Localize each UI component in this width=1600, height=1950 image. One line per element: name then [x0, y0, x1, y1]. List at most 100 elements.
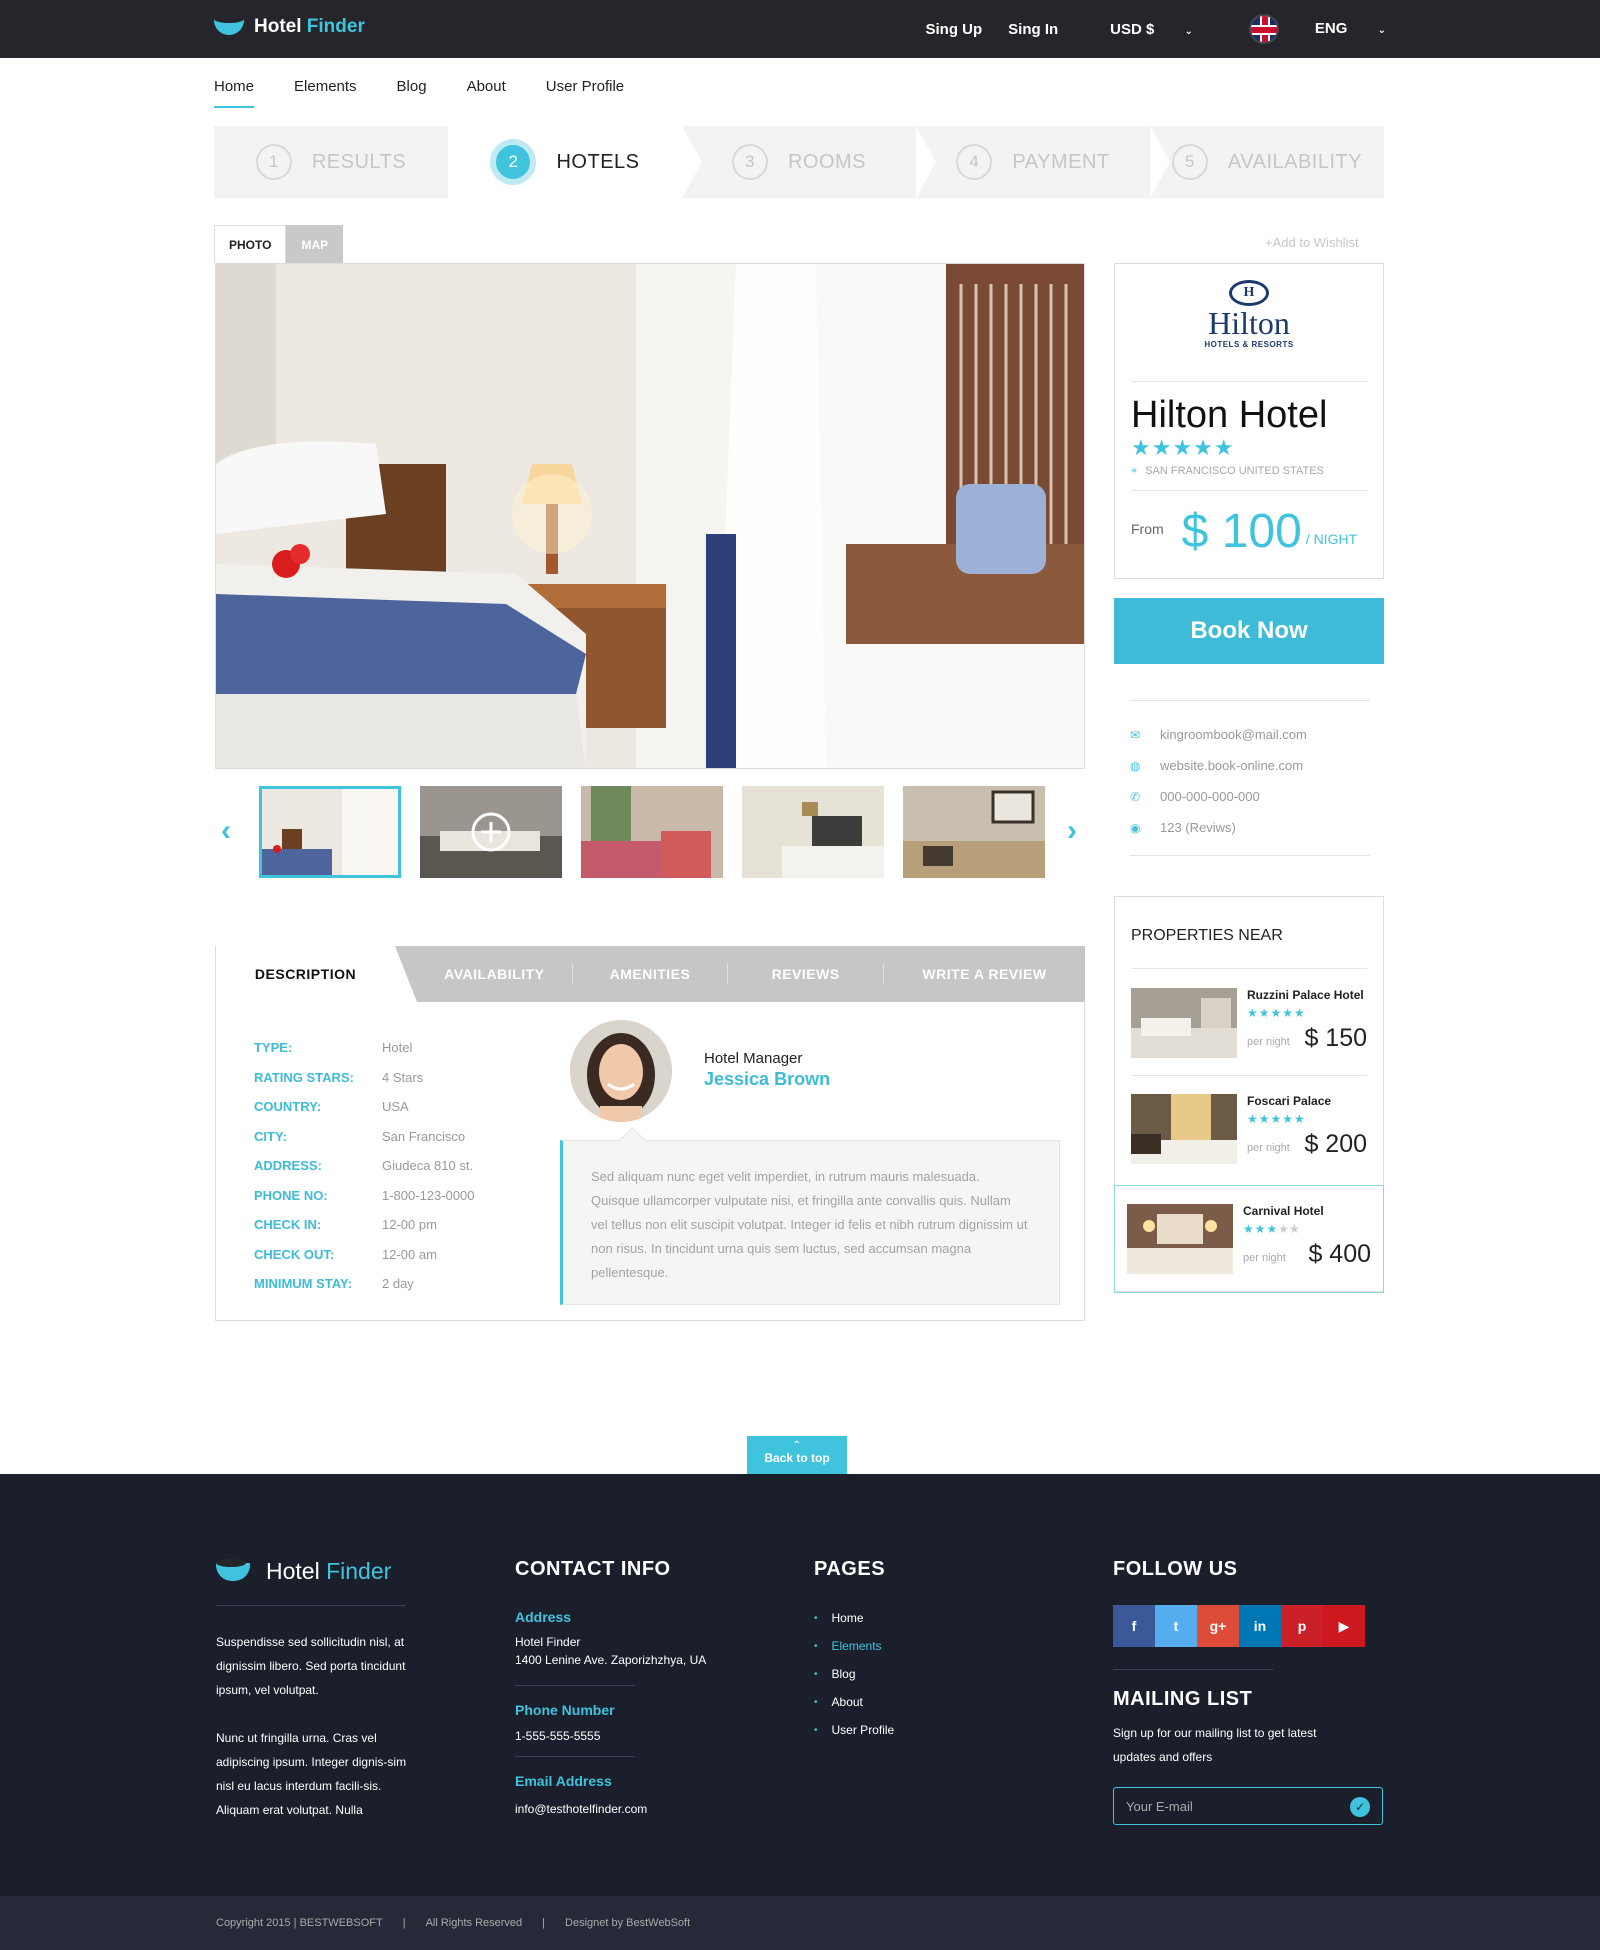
envelope-icon: ✉	[1130, 727, 1141, 742]
footer-logo[interactable]: Hotel Finder	[216, 1558, 416, 1585]
footer-contact: CONTACT INFO Address Hotel Finder 1400 L…	[515, 1558, 755, 1821]
nav-user-profile[interactable]: User Profile	[546, 78, 624, 108]
phone-label: Phone Number	[515, 1702, 615, 1718]
hotel-location-text: SAN FRANCISCO UNITED STATES	[1145, 465, 1324, 477]
globe-icon: ◍	[1130, 758, 1141, 773]
tab-write-review[interactable]: WRITE A REVIEW	[884, 946, 1085, 1002]
info-row: RATING STARS: 4 Stars	[254, 1070, 475, 1100]
brand-name-b: Finder	[326, 1558, 392, 1584]
info-value: 12-00 am	[382, 1246, 437, 1262]
footer-link-home[interactable]: • Home	[814, 1611, 1014, 1625]
divider	[216, 1605, 406, 1606]
hotel-logo-text: Hilton	[1208, 305, 1290, 341]
tab-description[interactable]: DESCRIPTION	[215, 946, 417, 1002]
tab-reviews[interactable]: REVIEWS	[728, 964, 884, 984]
check-icon[interactable]: ✓	[1350, 1797, 1370, 1817]
footer-about-text-2: Nunc ut fringilla urna. Cras vel adipisc…	[216, 1731, 407, 1817]
properties-title: PROPERTIES NEAR	[1131, 927, 1367, 969]
footer-link-label: Home	[831, 1611, 864, 1625]
back-to-top-label: Back to top	[764, 1451, 830, 1465]
thumbnail[interactable]	[420, 786, 562, 878]
nav-elements[interactable]: Elements	[294, 78, 357, 108]
footer-link-about[interactable]: • About	[814, 1695, 1014, 1709]
property-item[interactable]: Carnival Hotel ★★★★★ per night $ 400	[1114, 1185, 1384, 1293]
add-to-wishlist-link[interactable]: +Add to Wishlist	[1265, 235, 1359, 250]
info-row: ADDRESS: Giudeca 810 st.	[254, 1158, 475, 1188]
tab-availability[interactable]: AVAILABILITY	[395, 964, 573, 984]
info-key: TYPE:	[254, 1040, 293, 1055]
mailing-email-input[interactable]: Your E-mail ✓	[1113, 1787, 1383, 1825]
currency-select[interactable]: USD $ ⌄	[1084, 21, 1193, 38]
signin-link[interactable]: Sing In	[1008, 21, 1058, 38]
property-photo	[1131, 988, 1237, 1058]
contact-website[interactable]: ◍ website.book-online.com	[1130, 750, 1370, 781]
logo-icon	[216, 1558, 250, 1581]
twitter-icon[interactable]: t	[1155, 1605, 1197, 1647]
hotel-name: Hilton Hotel	[1131, 394, 1328, 436]
tab-amenities[interactable]: AMENITIES	[573, 964, 729, 984]
step-payment[interactable]: 4 PAYMENT	[916, 126, 1170, 198]
divider	[1113, 1669, 1273, 1670]
nav-about[interactable]: About	[467, 78, 506, 108]
booking-steps: 1 RESULTS 2 HOTELS 3 ROOMS 4 PAYMENT 5 AVAILA…	[214, 126, 1384, 198]
footer-about: Hotel Finder Suspendisse sed sollicitudi…	[216, 1558, 416, 1822]
step-availability[interactable]: 5 AVAILABILITY	[1150, 126, 1384, 198]
property-item[interactable]: Foscari Palace ★★★★★ per night $ 200	[1131, 1076, 1367, 1182]
thumbnail[interactable]	[903, 786, 1045, 878]
nav-blog[interactable]: Blog	[397, 78, 427, 108]
step-results[interactable]: 1 RESULTS	[214, 126, 468, 198]
book-now-button[interactable]: Book Now	[1114, 598, 1384, 664]
youtube-icon[interactable]: ▶	[1323, 1605, 1365, 1647]
property-item[interactable]: Ruzzini Palace Hotel ★★★★★ per night $ 1…	[1131, 970, 1367, 1076]
footer-link-label: User Profile	[831, 1723, 895, 1737]
tab-photo[interactable]: PHOTO	[214, 225, 287, 263]
thumbnail[interactable]	[259, 786, 401, 878]
email-value[interactable]: info@testhotelfinder.com	[515, 1797, 755, 1821]
contact-reviews[interactable]: ◉ 123 (Reviws)	[1130, 812, 1370, 843]
chevron-right-icon[interactable]: ›	[1067, 814, 1077, 848]
footer-link-user-profile[interactable]: • User Profile	[814, 1723, 1014, 1737]
contact-title: CONTACT INFO	[515, 1558, 671, 1580]
footer-link-blog[interactable]: • Blog	[814, 1667, 1014, 1681]
email-placeholder: Your E-mail	[1126, 1798, 1193, 1814]
step-rooms[interactable]: 3 ROOMS	[682, 126, 936, 198]
tab-map[interactable]: MAP	[286, 225, 344, 263]
currency-value: USD $	[1110, 20, 1155, 38]
property-stars: ★★★★★	[1243, 1222, 1300, 1236]
info-row: MINIMUM STAY: 2 day	[254, 1276, 475, 1306]
manager-name[interactable]: Jessica Brown	[704, 1069, 830, 1090]
facebook-icon[interactable]: f	[1113, 1605, 1155, 1647]
logo-icon	[214, 15, 244, 35]
nav-home[interactable]: Home	[214, 78, 255, 108]
bullet-icon: •	[814, 1696, 818, 1708]
info-row: CITY: San Francisco	[254, 1129, 475, 1159]
language-select[interactable]: ENG ⌄	[1223, 14, 1386, 44]
pages-title: PAGES	[814, 1558, 886, 1580]
address-label: Address	[515, 1609, 572, 1625]
thumbnail[interactable]	[742, 786, 884, 878]
language-value: ENG	[1314, 19, 1348, 37]
signup-link[interactable]: Sing Up	[926, 21, 983, 38]
footer-link-elements[interactable]: • Elements	[814, 1639, 1014, 1653]
brand-logo[interactable]: Hotel Finder	[214, 15, 365, 38]
info-value: 4 Stars	[382, 1069, 424, 1085]
linkedin-icon[interactable]: in	[1239, 1605, 1281, 1647]
contact-phone[interactable]: ✆ 000-000-000-000	[1130, 781, 1370, 812]
property-price: $ 150	[1304, 1024, 1367, 1052]
thumbnail[interactable]	[581, 786, 723, 878]
address-line-1: Hotel Finder	[515, 1635, 581, 1649]
pinterest-icon[interactable]: p	[1281, 1605, 1323, 1647]
email-label: Email Address	[515, 1773, 612, 1789]
top-bar: Hotel Finder Sing Up Sing In USD $ ⌄ ENG…	[0, 0, 1600, 58]
footer-link-label: About	[831, 1695, 863, 1709]
copyright-bar: Copyright 2015 | BESTWEBSOFT | All Rights…	[0, 1896, 1600, 1950]
back-to-top-button[interactable]: ⌃ Back to top	[747, 1436, 847, 1474]
step-number: 3	[731, 144, 768, 180]
property-name: Foscari Palace	[1247, 1094, 1332, 1108]
chevron-left-icon[interactable]: ‹	[221, 814, 231, 848]
contact-email[interactable]: ✉ kingroombook@mail.com	[1130, 719, 1370, 750]
step-number: 4	[956, 144, 993, 180]
google-plus-icon[interactable]: g+	[1197, 1605, 1239, 1647]
step-hotels[interactable]: 2 HOTELS	[448, 126, 702, 198]
footer-pages: PAGES • Home • Elements • Blog • About • User…	[814, 1558, 1014, 1751]
